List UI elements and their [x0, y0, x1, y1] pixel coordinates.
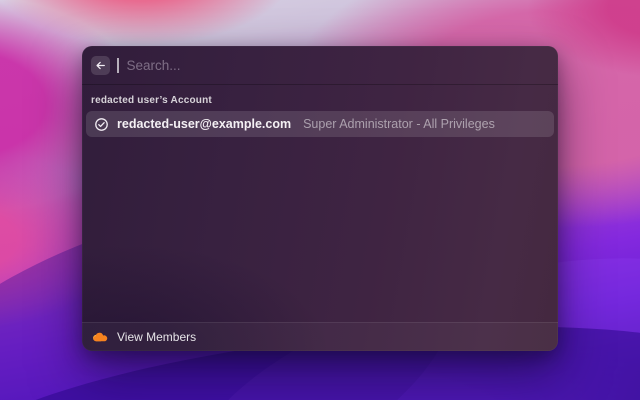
check-circle-icon: [94, 117, 109, 132]
back-button[interactable]: [91, 55, 110, 75]
footer-bar: View Members: [82, 322, 558, 351]
view-members-label: View Members: [117, 330, 197, 344]
account-list: redacted user’s Account redacted-user@ex…: [82, 85, 558, 322]
account-switcher-window: redacted user’s Account redacted-user@ex…: [82, 46, 558, 351]
account-row[interactable]: redacted-user@example.com Super Administ…: [86, 111, 554, 137]
back-arrow-icon: [95, 60, 106, 71]
account-email: redacted-user@example.com: [117, 117, 292, 131]
section-label: redacted user’s Account: [91, 95, 212, 106]
account-role: Super Administrator - All Privileges: [303, 117, 495, 131]
cloudflare-logo-icon: [91, 332, 108, 342]
screen: redacted user’s Account redacted-user@ex…: [0, 0, 640, 400]
view-members-button[interactable]: View Members: [91, 330, 196, 344]
text-caret: [117, 57, 119, 73]
search-input[interactable]: [126, 57, 549, 73]
search-header: [82, 46, 558, 85]
